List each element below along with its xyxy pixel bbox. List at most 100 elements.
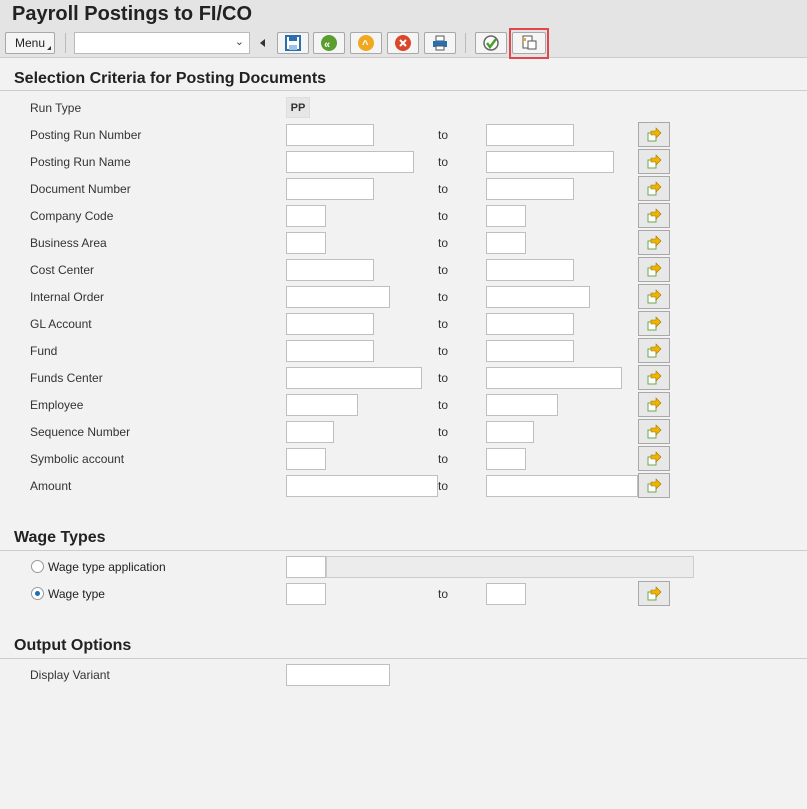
to-label: to [438,398,449,412]
fund-from-input[interactable] [286,340,374,362]
company-code-to-input[interactable] [486,205,526,227]
to-label: to [438,344,449,358]
sequence-number-multiple-selection-button[interactable] [638,419,670,444]
wage-type-label: Wage type [48,587,105,601]
toolbar-separator [65,33,66,53]
multiple-selection-arrow-icon [647,288,662,303]
posting-run-number-multiple-selection-button[interactable] [638,122,670,147]
funds-center-to-input[interactable] [486,367,622,389]
posting-run-number-from-input[interactable] [286,124,374,146]
page-title: Payroll Postings to FI/CO [12,3,253,25]
amount-from-input[interactable] [286,475,438,497]
posting-run-number-to-input[interactable] [486,124,574,146]
back-button[interactable]: « [313,32,345,54]
collapse-arrow-icon[interactable] [260,39,265,47]
to-label: to [438,317,449,331]
divider [0,90,807,91]
print-button[interactable] [424,32,456,54]
document-number-from-input[interactable] [286,178,374,200]
to-label: to [438,425,449,439]
to-label: to [438,479,449,493]
internal-order-to-input[interactable] [486,286,590,308]
execute-icon [483,35,499,51]
wage-type-from-input[interactable] [286,583,326,605]
fund-multiple-selection-button[interactable] [638,338,670,363]
sequence-number-label: Sequence Number [30,425,131,439]
to-label: to [438,263,449,277]
employee-to-input[interactable] [486,394,558,416]
gl-account-from-input[interactable] [286,313,374,335]
document-number-multiple-selection-button[interactable] [638,176,670,201]
cost-center-label: Cost Center [30,263,95,277]
multiple-selection-arrow-icon [647,261,662,276]
wage-type-multiple-selection-button[interactable] [638,581,670,606]
symbolic-account-from-input[interactable] [286,448,326,470]
business-area-from-input[interactable] [286,232,326,254]
cost-center-from-input[interactable] [286,259,374,281]
symbolic-account-to-input[interactable] [486,448,526,470]
menu-button[interactable]: Menu [5,32,55,54]
cancel-button[interactable] [387,32,419,54]
internal-order-from-input[interactable] [286,286,390,308]
multiple-selection-arrow-icon [647,207,662,222]
posting-run-name-multiple-selection-button[interactable] [638,149,670,174]
gl-account-multiple-selection-button[interactable] [638,311,670,336]
cost-center-multiple-selection-button[interactable] [638,257,670,282]
symbolic-account-multiple-selection-button[interactable] [638,446,670,471]
posting-run-name-label: Posting Run Name [30,155,131,169]
chevron-down-icon[interactable]: ⌄ [235,35,244,48]
business-area-multiple-selection-button[interactable] [638,230,670,255]
employee-multiple-selection-button[interactable] [638,392,670,417]
save-icon [285,35,301,51]
internal-order-label: Internal Order [30,290,105,304]
sequence-number-from-input[interactable] [286,421,334,443]
to-label: to [438,290,449,304]
funds-center-multiple-selection-button[interactable] [638,365,670,390]
amount-multiple-selection-button[interactable] [638,473,670,498]
sequence-number-to-input[interactable] [486,421,534,443]
wage-type-application-description [326,556,694,578]
execute-button[interactable] [475,32,507,54]
employee-from-input[interactable] [286,394,358,416]
section-heading-output: Output Options [14,637,132,654]
business-area-label: Business Area [30,236,107,250]
wage-type-to-input[interactable] [486,583,526,605]
funds-center-from-input[interactable] [286,367,422,389]
posting-run-name-from-input[interactable] [286,151,414,173]
to-label: to [438,209,449,223]
amount-to-input[interactable] [486,475,638,497]
to-label: to [438,452,449,466]
toolbar-separator [465,33,466,53]
business-area-to-input[interactable] [486,232,526,254]
multiple-selection-arrow-icon [647,234,662,249]
cost-center-to-input[interactable] [486,259,574,281]
document-number-to-input[interactable] [486,178,574,200]
wage-type-radio[interactable] [31,587,44,600]
document-number-label: Document Number [30,182,131,196]
employee-label: Employee [30,398,84,412]
company-code-from-input[interactable] [286,205,326,227]
to-label: to [438,587,449,601]
wage-type-application-label: Wage type application [48,560,166,574]
save-button[interactable] [277,32,309,54]
posting-run-name-to-input[interactable] [486,151,614,173]
fund-to-input[interactable] [486,340,574,362]
wage-type-application-input[interactable] [286,556,326,578]
company-code-label: Company Code [30,209,114,223]
run-type-value: PP [286,97,310,118]
wage-type-application-radio[interactable] [31,560,44,573]
gl-account-to-input[interactable] [486,313,574,335]
print-icon [433,35,447,51]
back-icon: « [321,35,337,51]
exit-button[interactable]: ^ [350,32,382,54]
gl-account-label: GL Account [30,317,92,331]
command-field[interactable]: ⌄ [74,32,250,54]
company-code-multiple-selection-button[interactable] [638,203,670,228]
multiple-selection-arrow-icon [647,342,662,357]
to-label: to [438,371,449,385]
multiple-selection-arrow-icon [647,477,662,492]
display-variant-input[interactable] [286,664,390,686]
internal-order-multiple-selection-button[interactable] [638,284,670,309]
multiple-selection-arrow-icon [647,369,662,384]
multiple-selection-arrow-icon [647,585,662,600]
